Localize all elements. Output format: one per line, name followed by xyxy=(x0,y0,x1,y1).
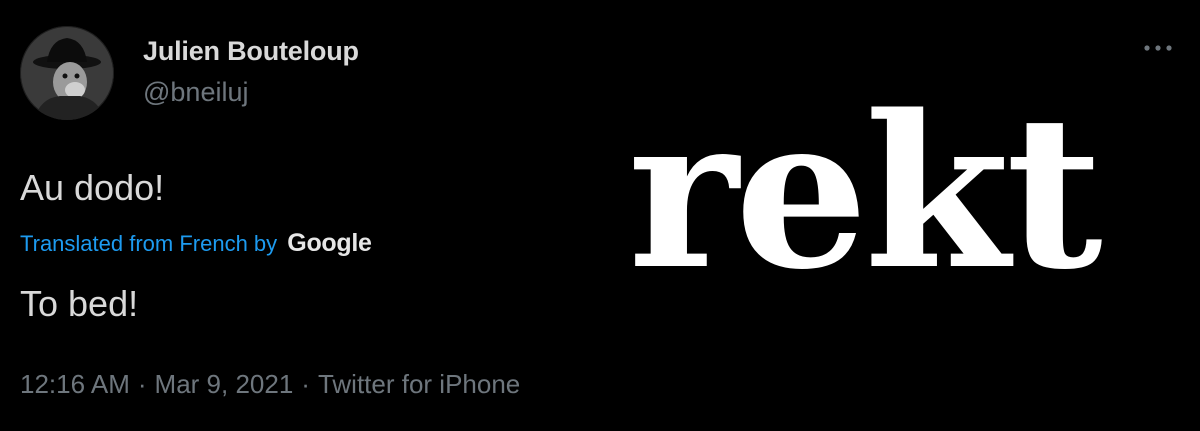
avatar-portrait-icon xyxy=(20,26,114,120)
meta-separator: · xyxy=(137,369,147,399)
overlay-caption: rekt xyxy=(628,69,1103,316)
translated-from-link[interactable]: Translated from French by xyxy=(20,231,277,256)
google-logo: Google xyxy=(287,229,372,257)
tweet-source[interactable]: Twitter for iPhone xyxy=(318,369,520,399)
meta-separator: · xyxy=(301,369,310,399)
display-name[interactable]: Julien Bouteloup xyxy=(143,36,359,67)
translation-attribution: Translated from French by Google xyxy=(20,229,372,258)
avatar[interactable] xyxy=(20,26,114,120)
more-horizontal-icon[interactable] xyxy=(1140,38,1176,58)
tweet-date[interactable]: Mar 9, 2021 xyxy=(155,369,294,399)
tweet-metadata: 12:16 AM · Mar 9, 2021 · Twitter for iPhone xyxy=(20,369,520,400)
user-handle[interactable]: @bneiluj xyxy=(143,77,248,108)
tweet-original-text: Au dodo! xyxy=(20,167,165,208)
tweet-time[interactable]: 12:16 AM xyxy=(20,369,130,399)
tweet-translated-text: To bed! xyxy=(20,283,139,324)
